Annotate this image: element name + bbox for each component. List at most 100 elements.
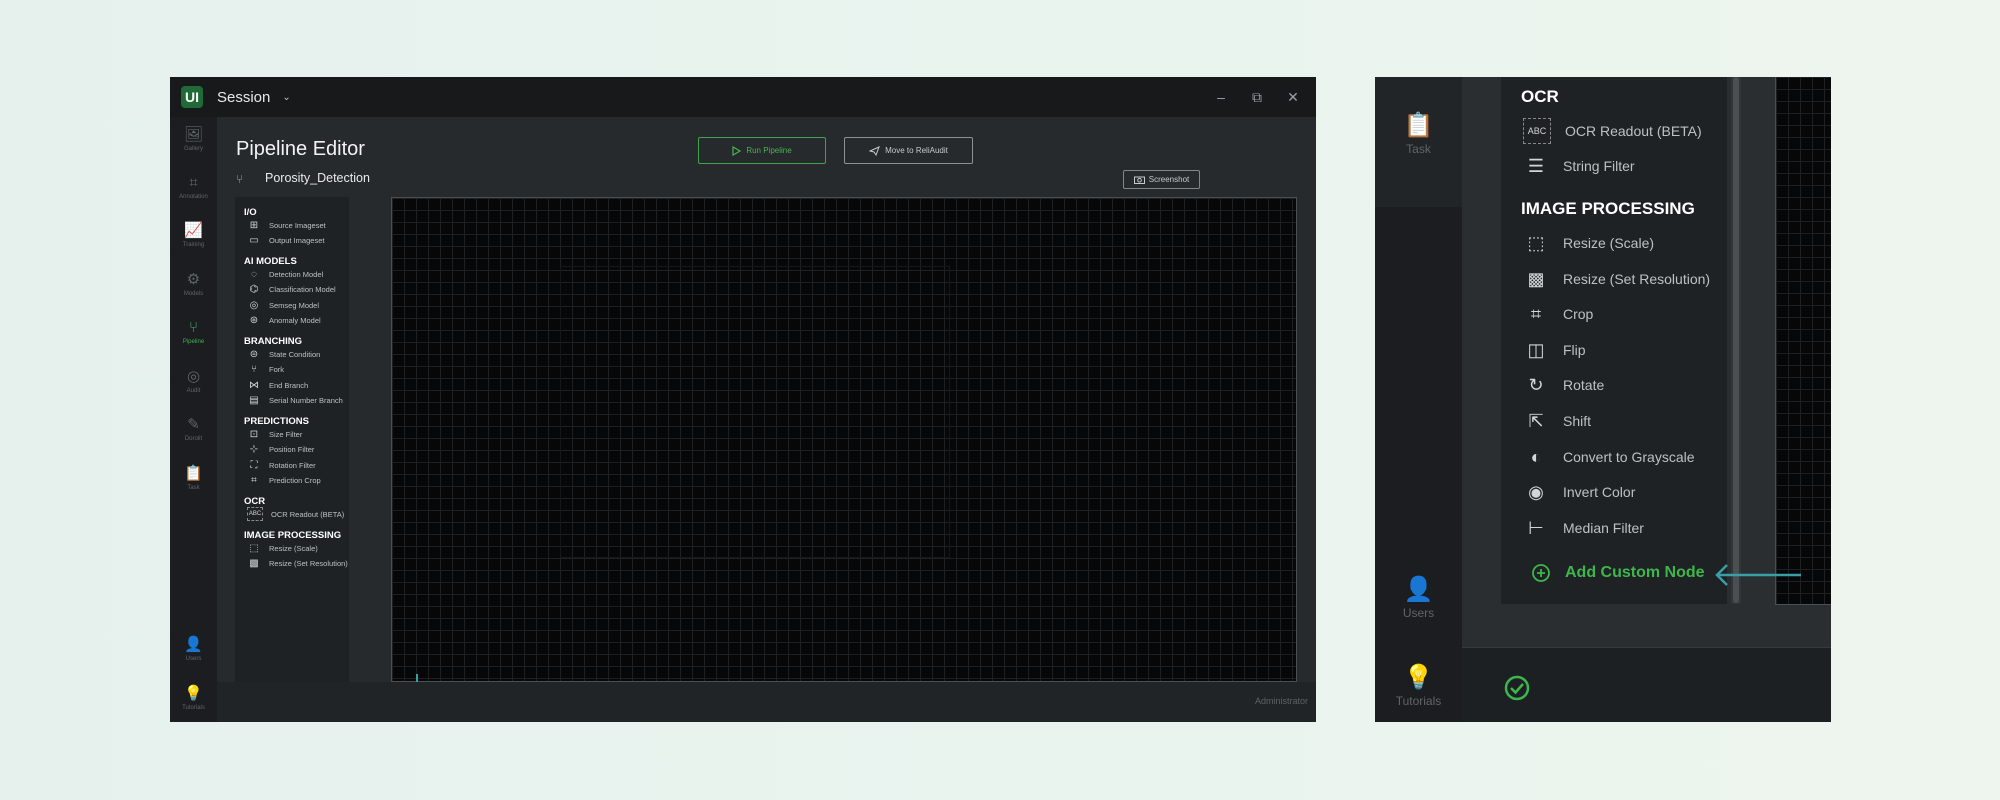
string-filter-icon: ☰ bbox=[1527, 155, 1545, 176]
nav-users-label: Users bbox=[185, 656, 202, 662]
nav-audit[interactable]: ◎ Audit bbox=[170, 368, 217, 395]
node-rotation-filter[interactable]: ⛶ Rotation Filter bbox=[247, 458, 316, 472]
ocr-icon: ABC bbox=[1523, 118, 1551, 144]
user-icon: 👤 bbox=[184, 636, 203, 653]
node-label: Fork bbox=[269, 364, 284, 374]
node-resize-set-resolution[interactable]: ▩ Resize (Set Resolution) bbox=[247, 556, 348, 570]
zoom-scrollbar-thumb[interactable] bbox=[1733, 77, 1739, 603]
node-label: Size Filter bbox=[269, 429, 303, 439]
shift-icon: ⇱ bbox=[1528, 410, 1544, 431]
node-anomaly-model[interactable]: ⊛ Anomaly Model bbox=[247, 313, 321, 327]
node-position-filter[interactable]: ⊹ Position Filter bbox=[247, 442, 315, 456]
zoom-node-string-filter[interactable]: ☰ String Filter bbox=[1523, 153, 1635, 179]
node-output-imageset[interactable]: ▭ Output Imageset bbox=[247, 233, 324, 247]
pipeline-canvas[interactable] bbox=[391, 197, 1297, 682]
restore-button[interactable]: ⧉ bbox=[1250, 89, 1264, 105]
add-custom-node-button[interactable]: Add Custom Node bbox=[1531, 562, 1705, 584]
chevron-down-icon[interactable]: ⌄ bbox=[282, 92, 290, 103]
node-label: Prediction Crop bbox=[269, 475, 321, 485]
nav-rail: 🖼 Gallery ⌗ Annotation 📈 Training ⚙ Mode… bbox=[170, 117, 217, 722]
nav-task-label: Task bbox=[187, 485, 200, 491]
node-label: Rotation Filter bbox=[269, 460, 316, 470]
zoom-canvas[interactable] bbox=[1775, 77, 1831, 605]
section-image-processing: IMAGE PROCESSING bbox=[244, 530, 342, 541]
send-icon bbox=[869, 145, 881, 156]
node-fork[interactable]: ⑂ Fork bbox=[247, 362, 284, 376]
flip-icon: ◫ bbox=[1527, 339, 1545, 360]
play-icon bbox=[732, 145, 742, 156]
zoom-node-median-filter[interactable]: ⊢ Median Filter bbox=[1523, 515, 1644, 541]
run-pipeline-button[interactable]: Run Pipeline bbox=[698, 137, 826, 164]
nav-annotation[interactable]: ⌗ Annotation bbox=[170, 174, 217, 201]
node-prediction-crop[interactable]: ⌗ Prediction Crop bbox=[247, 473, 321, 487]
node-state-condition[interactable]: ⊜ State Condition bbox=[247, 347, 321, 361]
node-end-branch[interactable]: ⋈ End Branch bbox=[247, 378, 308, 392]
target-icon: ◌ bbox=[251, 268, 257, 280]
node-label: Semseg Model bbox=[269, 300, 320, 310]
nav-training[interactable]: 📈 Training bbox=[170, 223, 217, 249]
nav-training-label: Training bbox=[182, 242, 205, 248]
nav-pipeline[interactable]: ⑂ Pipeline bbox=[170, 320, 217, 346]
gallery-icon: 🖼 bbox=[183, 126, 204, 143]
zoom-nav-task[interactable]: 📋 Task bbox=[1375, 112, 1462, 157]
anomaly-icon: ⊛ bbox=[249, 314, 259, 326]
close-button[interactable]: ✕ bbox=[1286, 89, 1300, 105]
node-label: Flip bbox=[1563, 342, 1586, 358]
zoom-nav-tutorials[interactable]: 💡 Tutorials bbox=[1375, 665, 1462, 709]
status-bar: Administrator bbox=[217, 682, 1316, 722]
node-label: Serial Number Branch bbox=[269, 395, 343, 405]
node-label: Resize (Set Resolution) bbox=[269, 558, 348, 568]
minimize-button[interactable]: – bbox=[1214, 89, 1228, 105]
rotation-filter-icon: ⛶ bbox=[250, 459, 258, 471]
node-label: Rotate bbox=[1563, 377, 1605, 393]
screenshot-button[interactable]: Screenshot bbox=[1123, 170, 1200, 189]
nav-task[interactable]: 📋 Task bbox=[170, 465, 217, 492]
zoom-node-rotate[interactable]: ↻ Rotate bbox=[1523, 372, 1604, 398]
zoom-node-ocr-readout[interactable]: ABC OCR Readout (BETA) bbox=[1523, 118, 1702, 144]
move-to-reliaudit-label: Move to ReliAudit bbox=[885, 146, 948, 155]
zoom-node-flip[interactable]: ◫ Flip bbox=[1523, 337, 1586, 363]
zoom-node-convert-grayscale[interactable]: ◐ Convert to Grayscale bbox=[1523, 444, 1695, 470]
check-circle-icon bbox=[1504, 675, 1530, 701]
node-resize-scale[interactable]: ⬚ Resize (Scale) bbox=[247, 541, 318, 555]
move-to-reliaudit-button[interactable]: Move to ReliAudit bbox=[844, 137, 973, 164]
barcode-icon: ▤ bbox=[249, 394, 259, 406]
node-classification-model[interactable]: ⌬ Classification Model bbox=[247, 282, 336, 296]
node-detection-model[interactable]: ◌ Detection Model bbox=[247, 267, 323, 281]
node-label: Resize (Set Resolution) bbox=[1563, 271, 1711, 287]
zoom-node-crop[interactable]: ⌗ Crop bbox=[1523, 301, 1593, 327]
nav-tutorials[interactable]: 💡 Tutorials bbox=[170, 685, 217, 712]
section-io: I/O bbox=[244, 207, 257, 218]
nav-models[interactable]: ⚙ Models bbox=[170, 271, 217, 298]
session-menu[interactable]: Session bbox=[217, 89, 270, 106]
crop-icon: ⌗ bbox=[251, 474, 257, 486]
node-label: OCR Readout (BETA) bbox=[271, 509, 345, 519]
node-ocr-readout[interactable]: ABC OCR Readout (BETA) bbox=[247, 507, 344, 521]
zoom-node-resize-scale[interactable]: ⬚ Resize (Scale) bbox=[1523, 230, 1654, 256]
zoom-node-shift[interactable]: ⇱ Shift bbox=[1523, 408, 1591, 434]
node-semseg-model[interactable]: ◎ Semseg Model bbox=[247, 298, 319, 312]
chip-icon: ⚙ bbox=[186, 271, 201, 288]
lightbulb-icon: 💡 bbox=[184, 685, 203, 702]
audit-icon: ◎ bbox=[186, 368, 201, 385]
folder-out-icon: ▭ bbox=[249, 234, 259, 246]
nav-users[interactable]: 👤 Users bbox=[170, 636, 217, 663]
node-serial-number-branch[interactable]: ▤ Serial Number Branch bbox=[247, 393, 343, 407]
camera-icon bbox=[1133, 176, 1145, 184]
node-label: Anomaly Model bbox=[269, 315, 321, 325]
clipboard-icon: 📋 bbox=[184, 465, 203, 482]
nav-gallery[interactable]: 🖼 Gallery bbox=[170, 126, 217, 153]
clipboard-icon: 📋 bbox=[1403, 112, 1434, 139]
user-icon: 👤 bbox=[1403, 576, 1434, 603]
zoom-node-resize-set-resolution[interactable]: ▩ Resize (Set Resolution) bbox=[1523, 266, 1710, 292]
zoom-nav-users[interactable]: 👤 Users bbox=[1375, 576, 1462, 621]
zoom-section-ocr: OCR bbox=[1521, 87, 1559, 106]
node-size-filter[interactable]: ⊡ Size Filter bbox=[247, 427, 303, 441]
crop-icon: ⌗ bbox=[189, 174, 198, 191]
node-label: String Filter bbox=[1563, 158, 1635, 174]
node-source-imageset[interactable]: ⊞ Source Imageset bbox=[247, 218, 326, 232]
rotate-icon: ↻ bbox=[1528, 374, 1544, 395]
image-add-icon: ⊞ bbox=[249, 219, 259, 231]
zoom-node-invert-color[interactable]: ◉ Invert Color bbox=[1523, 479, 1635, 505]
nav-dorolit[interactable]: ✎ Dorolit bbox=[170, 417, 217, 443]
